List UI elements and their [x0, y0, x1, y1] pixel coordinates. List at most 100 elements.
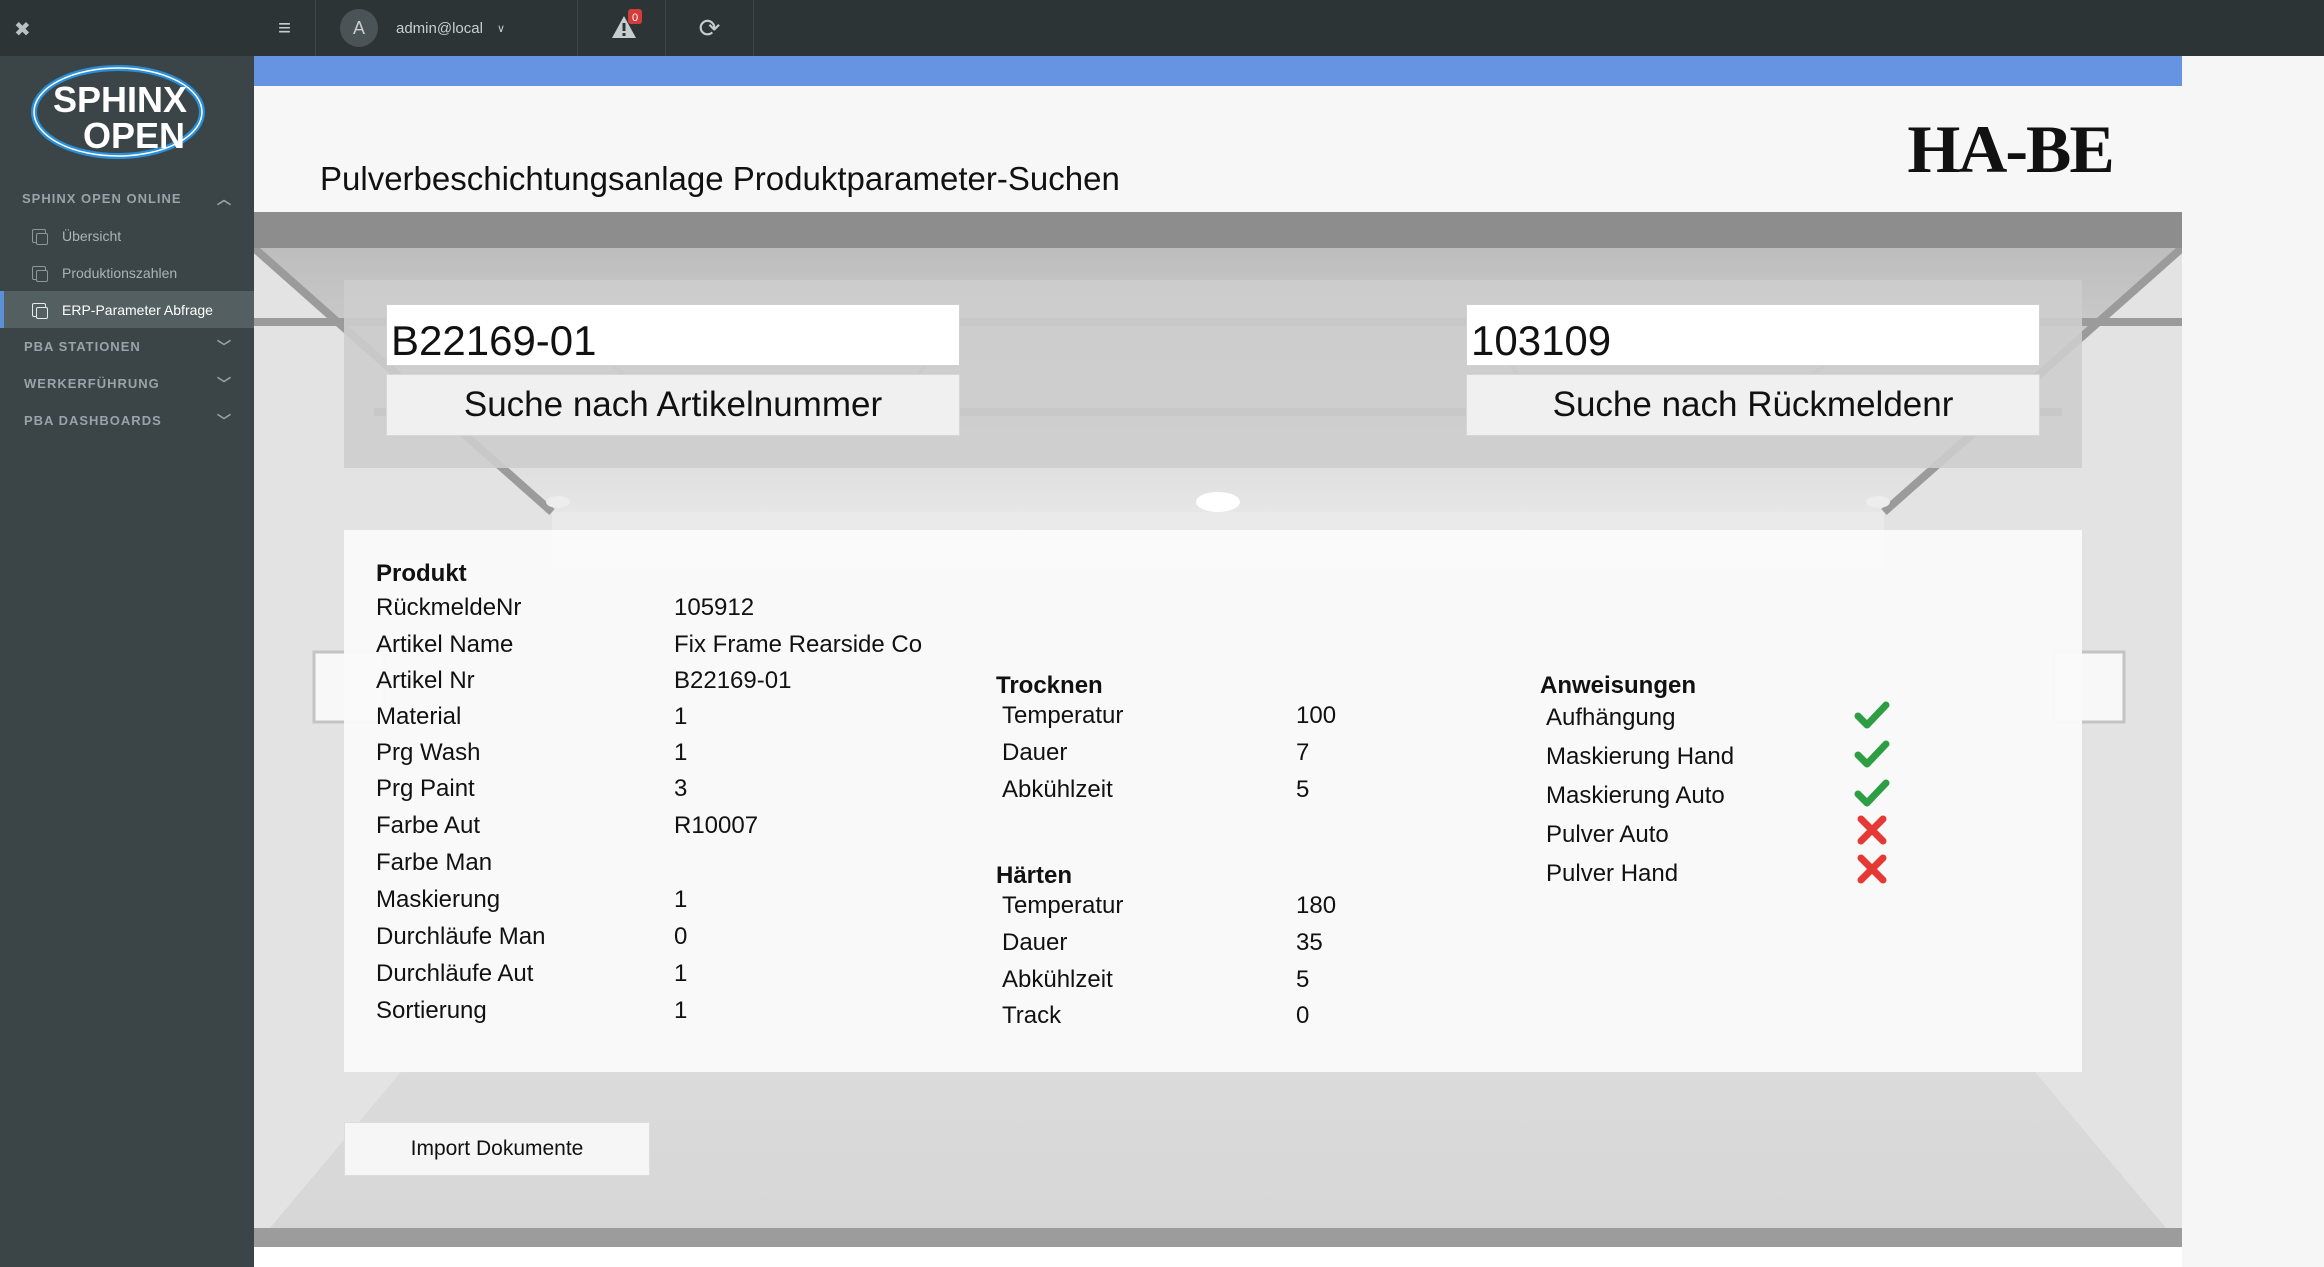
import-documents-button[interactable]: Import Dokumente [344, 1122, 650, 1176]
produkt-value: R10007 [674, 812, 759, 839]
produkt-label: Artikel Nr [376, 667, 475, 694]
trocknen-value: 5 [1296, 776, 1310, 803]
search-panel: B22169-01 Suche nach Artikelnummer 10310… [344, 280, 2082, 468]
produkt-label: Artikel Name [376, 631, 514, 658]
produkt-label: Durchläufe Man [376, 923, 546, 950]
product-data-panel: Produkt RückmeldeNr 105912 Artikel Name … [344, 530, 2082, 1072]
nav-section-label: WERKERFÜHRUNG [24, 376, 160, 391]
haerten-label: Dauer [1002, 929, 1068, 956]
produkt-label: Farbe Man [376, 849, 493, 876]
habe-logo-text: HA-BE [1907, 114, 2112, 184]
produkt-value: 1 [674, 703, 688, 730]
document-icon [32, 228, 48, 245]
expand-icon[interactable]: ✖ [14, 17, 31, 42]
chevron-down-icon: ﹀ [217, 375, 232, 392]
nav-section-label: SPHINX OPEN ONLINE [22, 191, 182, 206]
cross-icon [1857, 815, 1887, 845]
check-icon [1854, 779, 1890, 807]
logo-text-bottom: OPEN [83, 115, 185, 156]
anweisung-label: Aufhängung [1546, 704, 1676, 731]
produkt-value: 1 [674, 960, 688, 987]
user-menu[interactable]: A admin@local ∨ [316, 0, 578, 56]
anweisung-label: Maskierung Auto [1546, 782, 1725, 809]
haerten-label: Track [1002, 1002, 1062, 1029]
check-icon [1854, 701, 1890, 729]
rueckmeldenr-input[interactable]: 103109 [1466, 304, 2040, 366]
sidebar-top: ✖ [0, 0, 254, 56]
search-artikelnummer-button[interactable]: Suche nach Artikelnummer [386, 374, 960, 436]
anweisung-label: Maskierung Hand [1546, 743, 1735, 770]
trocknen-title: Trocknen [996, 672, 1103, 699]
produkt-value: 3 [674, 775, 688, 802]
refresh-button[interactable]: ⟳ [666, 0, 754, 56]
sidebar: ✖ SPHINX OPEN SPHINX OPEN ONLINE ︿ Übers… [0, 0, 254, 1267]
nav-section-label: PBA STATIONEN [24, 339, 141, 354]
nav-section-pba-dashboards[interactable]: PBA DASHBOARDS ﹀ [0, 402, 254, 439]
produkt-label: Prg Paint [376, 775, 475, 802]
trocknen-value: 7 [1296, 739, 1310, 766]
document-icon [32, 302, 48, 319]
sidebar-item-label: Produktionszahlen [62, 264, 178, 281]
chevron-down-icon: ∨ [496, 22, 505, 35]
sidebar-item-uebersicht[interactable]: Übersicht [0, 217, 254, 254]
nav-section-werkerfuehrung[interactable]: WERKERFÜHRUNG ﹀ [0, 365, 254, 402]
artikelnummer-input[interactable]: B22169-01 [386, 304, 960, 366]
check-icon [1854, 740, 1890, 768]
produkt-value: Fix Frame Rearside Co [674, 631, 923, 658]
habe-logo: HA-BE [1907, 114, 2114, 184]
hall-bottom-band [254, 1228, 2182, 1247]
anweisung-label: Pulver Hand [1546, 860, 1679, 887]
alerts-button[interactable]: 0 [578, 0, 666, 56]
nav-section-pba-stationen[interactable]: PBA STATIONEN ﹀ [0, 328, 254, 365]
produkt-value: 1 [674, 997, 688, 1024]
produkt-label: Sortierung [376, 997, 487, 1024]
chevron-down-icon: ﹀ [217, 338, 232, 355]
page-title: Pulverbeschichtungsanlage Produktparamet… [320, 160, 1120, 197]
main-content: Pulverbeschichtungsanlage Produktparamet… [254, 56, 2182, 1267]
sidebar-item-produktionszahlen[interactable]: Produktionszahlen [0, 254, 254, 291]
produkt-value: 1 [674, 886, 688, 913]
sidebar-item-label: ERP-Parameter Abfrage [62, 301, 213, 318]
trocknen-label: Temperatur [1002, 702, 1124, 729]
produkt-title: Produkt [376, 560, 467, 587]
right-gutter [2182, 56, 2324, 1267]
factory-hall-background: B22169-01 Suche nach Artikelnummer 10310… [254, 212, 2182, 1247]
produkt-label: Durchläufe Aut [376, 960, 534, 987]
cross-icon [1857, 854, 1887, 884]
haerten-value: 35 [1296, 929, 1323, 956]
alert-count-badge: 0 [632, 12, 638, 24]
hall-top-band [254, 212, 2182, 248]
trocknen-label: Abkühlzeit [1002, 776, 1113, 803]
produkt-value: 105912 [674, 594, 755, 621]
avatar: A [340, 9, 378, 47]
trocknen-label: Dauer [1002, 739, 1068, 766]
topbar: ≡ A admin@local ∨ 0 ⟳ [254, 0, 2324, 56]
trocknen-value: 100 [1296, 702, 1337, 729]
nav-section-sphinx-open-online[interactable]: SPHINX OPEN ONLINE ︿ [0, 180, 254, 217]
haerten-label: Abkühlzeit [1002, 966, 1113, 993]
accent-strip [254, 56, 2182, 86]
search-rueckmeldenr-button[interactable]: Suche nach Rückmeldenr [1466, 374, 2040, 436]
produkt-value: B22169-01 [674, 667, 792, 694]
haerten-value: 180 [1296, 892, 1337, 919]
warning-icon: 0 [612, 9, 642, 38]
produkt-label: Material [376, 703, 462, 730]
sidebar-item-erp-parameter-abfrage[interactable]: ERP-Parameter Abfrage [0, 291, 254, 328]
produkt-label: Prg Wash [376, 739, 481, 766]
anweisung-label: Pulver Auto [1546, 821, 1669, 848]
chevron-up-icon: ︿ [217, 190, 232, 207]
haerten-value: 0 [1296, 1002, 1310, 1029]
sphinx-open-logo[interactable]: SPHINX OPEN [30, 62, 206, 162]
haerten-label: Temperatur [1002, 892, 1124, 919]
produkt-value: 0 [674, 923, 688, 950]
sidebar-item-label: Übersicht [62, 227, 122, 244]
chevron-down-icon: ﹀ [217, 412, 232, 429]
produkt-label: RückmeldeNr [376, 594, 522, 621]
menu-toggle-button[interactable]: ≡ [254, 0, 316, 56]
produkt-value: 1 [674, 739, 688, 766]
produkt-label: Maskierung [376, 886, 501, 913]
document-icon [32, 265, 48, 282]
anweisungen-title: Anweisungen [1540, 672, 1697, 699]
nav-section-label: PBA DASHBOARDS [24, 413, 162, 428]
user-name: admin@local [396, 19, 483, 37]
